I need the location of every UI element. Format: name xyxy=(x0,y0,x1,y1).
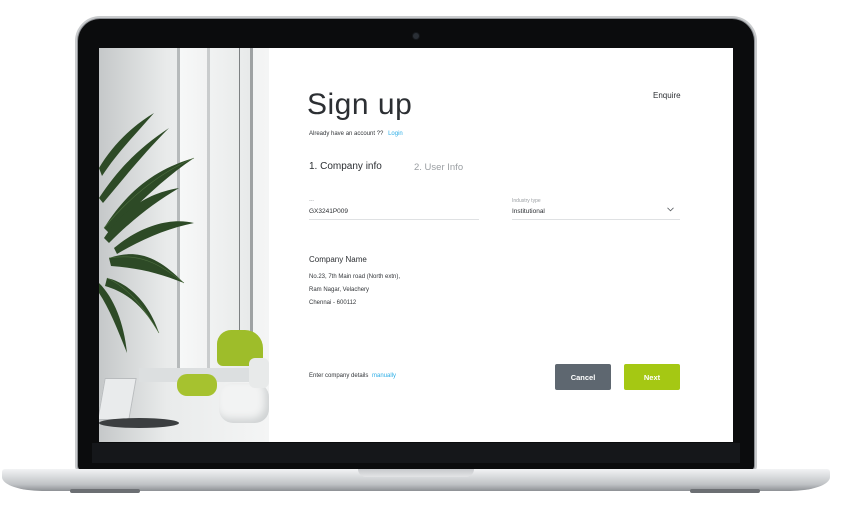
login-prompt: Already have an account ?? Login xyxy=(309,131,403,137)
industry-type-label: Industry type xyxy=(512,198,541,204)
next-button[interactable]: Next xyxy=(624,364,680,390)
gst-field[interactable]: --- GX3241P009 xyxy=(309,198,479,220)
address-line: No.23, 7th Main road (North extn), xyxy=(309,274,401,280)
page-title: Sign up xyxy=(307,88,413,121)
company-name: Company Name xyxy=(309,255,367,264)
photo-blind-cord xyxy=(239,48,240,338)
step-company-info[interactable]: 1. Company info xyxy=(309,161,382,172)
login-prompt-text: Already have an account ?? xyxy=(309,131,384,137)
photo-green-cushion xyxy=(177,374,217,396)
step-user-info[interactable]: 2. User Info xyxy=(414,162,463,173)
industry-type-select[interactable]: Institutional xyxy=(512,206,680,220)
photo-white-pillow xyxy=(219,383,269,423)
enquire-link[interactable]: Enquire xyxy=(653,91,681,100)
hero-photo xyxy=(99,48,269,442)
camera-icon xyxy=(413,33,419,39)
photo-side-table xyxy=(99,418,179,428)
laptop-bezel xyxy=(92,443,740,463)
photo-laptop xyxy=(99,378,137,420)
industry-type-value: Institutional xyxy=(512,208,545,215)
address-line: Ram Nagar, Velachery xyxy=(309,286,370,293)
address-line: Chennai - 600112 xyxy=(309,299,357,306)
cancel-button[interactable]: Cancel xyxy=(555,364,611,390)
laptop-opening-notch xyxy=(358,469,474,477)
industry-type-field[interactable]: Industry type Institutional xyxy=(512,198,680,220)
manual-entry-link[interactable]: manually xyxy=(372,373,396,379)
photo-palm-plant xyxy=(99,113,195,353)
company-address: No.23, 7th Main road (North extn), Ram N… xyxy=(309,271,400,309)
laptop-foot xyxy=(70,489,140,493)
laptop-screen: Sign up Enquire Already have an account … xyxy=(99,48,733,442)
chevron-down-icon[interactable] xyxy=(667,207,674,214)
photo-stool xyxy=(249,358,269,388)
gst-input[interactable]: GX3241P009 xyxy=(309,206,479,220)
laptop-foot xyxy=(690,489,760,493)
login-link[interactable]: Login xyxy=(388,131,403,137)
gst-field-label: --- xyxy=(309,198,314,204)
manual-entry-prompt: Enter company details manually xyxy=(309,373,396,379)
manual-entry-text: Enter company details xyxy=(309,373,369,379)
photo-window-mullion xyxy=(207,48,210,378)
signup-form: Sign up Enquire Already have an account … xyxy=(269,48,733,442)
